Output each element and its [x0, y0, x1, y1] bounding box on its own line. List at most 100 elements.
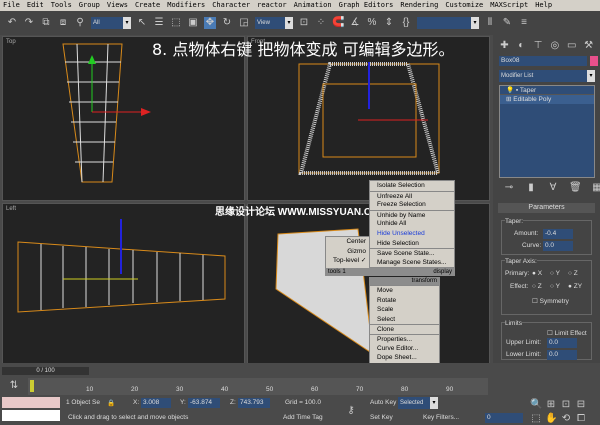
menu-tools[interactable]: Tools: [51, 0, 72, 11]
menu-help[interactable]: Help: [535, 0, 552, 11]
menu-item[interactable]: Manage Scene States...: [370, 258, 454, 268]
key-icon[interactable]: ⚷: [345, 405, 357, 417]
viewport-left[interactable]: Left: [2, 203, 245, 365]
remove-modifier-icon[interactable]: 🗑: [569, 182, 582, 194]
menu-item[interactable]: Isolate Selection: [370, 181, 454, 191]
menu-modifiers[interactable]: Modifiers: [167, 0, 205, 11]
mirror-icon[interactable]: ⫴: [484, 17, 496, 29]
menu-item[interactable]: Save Scene State...: [370, 248, 454, 258]
maximize-viewport-icon[interactable]: ⧠: [575, 413, 587, 425]
menu-file[interactable]: File: [3, 0, 20, 11]
primary-radio-x[interactable]: ● X: [532, 270, 542, 277]
link-icon[interactable]: ⧉: [40, 17, 52, 29]
menu-customize[interactable]: Customize: [445, 0, 483, 11]
percent-snap-icon[interactable]: %: [366, 17, 378, 29]
window-crossing-icon[interactable]: ▣: [187, 17, 199, 29]
auto-key-button[interactable]: Auto Key: [370, 399, 396, 406]
menu-graph-editors[interactable]: Graph Editors: [339, 0, 394, 11]
display-tab-icon[interactable]: ▭: [566, 40, 577, 52]
x-coord-input[interactable]: 3.008: [141, 398, 171, 408]
stack-item-taper[interactable]: 💡 ▪ Taper: [500, 86, 594, 95]
current-frame-input[interactable]: 0: [485, 413, 523, 423]
menu-group[interactable]: Group: [79, 0, 100, 11]
reference-coord-dropdown[interactable]: View: [255, 17, 293, 29]
menu-reactor[interactable]: reactor: [257, 0, 287, 11]
track-bar[interactable]: 10 20 30 40 50 60 70 80 90: [28, 378, 488, 395]
select-rotate-icon[interactable]: ↻: [221, 17, 233, 29]
add-time-tag-button[interactable]: Add Time Tag: [283, 414, 323, 421]
redo-icon[interactable]: ↷: [23, 17, 35, 29]
lock-icon[interactable]: 🔒: [107, 399, 115, 407]
symmetry-checkbox[interactable]: ☐ Symmetry: [532, 297, 569, 305]
select-scale-icon[interactable]: ◲: [238, 17, 250, 29]
selection-region-icon[interactable]: ⬚: [170, 17, 182, 29]
amount-spinner[interactable]: -0.4: [543, 229, 573, 239]
time-slider[interactable]: 0 / 100: [2, 367, 89, 375]
menu-item[interactable]: Unfreeze All: [370, 190, 454, 201]
limit-effect-checkbox[interactable]: ☐ Limit Effect: [547, 329, 587, 337]
pin-stack-icon[interactable]: ⊸: [503, 182, 515, 194]
orbit-icon[interactable]: ⟲: [560, 413, 572, 425]
layer-icon[interactable]: ≡: [518, 17, 530, 29]
menu-item[interactable]: Dope Sheet...: [370, 353, 439, 363]
maxscript-input[interactable]: [2, 410, 60, 421]
viewport-front[interactable]: Front: [247, 36, 490, 201]
motion-tab-icon[interactable]: ◎: [549, 40, 560, 52]
y-coord-input[interactable]: -63.874: [188, 398, 220, 408]
menu-item[interactable]: Clone: [370, 324, 439, 334]
menu-item[interactable]: Unhide All: [370, 219, 454, 229]
menu-item[interactable]: Center: [326, 237, 369, 247]
lower-limit-spinner[interactable]: 0.0: [547, 350, 577, 360]
hierarchy-tab-icon[interactable]: ⊤: [533, 40, 544, 52]
menu-item[interactable]: Gizmo: [326, 247, 369, 257]
stack-item-editable-poly[interactable]: ⊞ Editable Poly: [500, 95, 594, 104]
zoom-all-icon[interactable]: ⊞: [545, 399, 557, 411]
menu-item[interactable]: Rotate: [370, 296, 439, 306]
select-object-icon[interactable]: ↖: [136, 17, 148, 29]
z-coord-input[interactable]: 743.793: [238, 398, 270, 408]
menu-item[interactable]: Properties...: [370, 333, 439, 344]
pivot-center-icon[interactable]: ⊡: [298, 17, 310, 29]
effect-radio-y[interactable]: ○ Y: [550, 283, 560, 290]
parameters-rollout[interactable]: Parameters: [498, 203, 595, 213]
menu-maxscript[interactable]: MAXScript: [490, 0, 528, 11]
menu-animation[interactable]: Animation: [294, 0, 332, 11]
upper-limit-spinner[interactable]: 0.0: [547, 338, 577, 348]
snap-icon[interactable]: 🧲: [332, 17, 344, 29]
zoom-icon[interactable]: 🔍: [530, 399, 542, 411]
spinner-snap-icon[interactable]: ⇕: [383, 17, 395, 29]
effect-radio-z[interactable]: ○ Z: [532, 283, 542, 290]
key-filters-button[interactable]: Key Filters...: [423, 414, 459, 421]
modifier-list-dropdown[interactable]: Modifier List: [499, 70, 595, 82]
maxscript-listener[interactable]: [2, 397, 60, 408]
named-selection-dropdown[interactable]: [417, 17, 479, 29]
zoom-extents-all-icon[interactable]: ⊟: [575, 399, 587, 411]
select-by-name-icon[interactable]: ☰: [153, 17, 165, 29]
viewport-top[interactable]: Top: [2, 36, 245, 201]
set-key-button[interactable]: Set Key: [370, 414, 393, 421]
select-move-icon[interactable]: ✥: [204, 17, 216, 29]
menu-character[interactable]: Character: [212, 0, 250, 11]
bind-space-warp-icon[interactable]: ⚲: [74, 17, 86, 29]
unlink-icon[interactable]: ⧈: [57, 17, 69, 29]
primary-radio-y[interactable]: ○ Y: [550, 270, 560, 277]
utilities-tab-icon[interactable]: ⚒: [583, 40, 594, 52]
menu-edit[interactable]: Edit: [27, 0, 44, 11]
track-bar-toggle-icon[interactable]: ⇅: [8, 380, 20, 392]
effect-radio-zy[interactable]: ● ZY: [568, 283, 582, 290]
configure-sets-icon[interactable]: ▦: [591, 182, 600, 194]
menu-rendering[interactable]: Rendering: [400, 0, 438, 11]
menu-item[interactable]: Freeze Selection: [370, 200, 454, 210]
menu-views[interactable]: Views: [107, 0, 128, 11]
align-icon[interactable]: ✎: [501, 17, 513, 29]
manipulate-icon[interactable]: ⁘: [315, 17, 327, 29]
region-zoom-icon[interactable]: ⬚: [530, 413, 542, 425]
primary-radio-z[interactable]: ○ Z: [568, 270, 578, 277]
object-color-swatch[interactable]: [590, 56, 598, 66]
menu-item[interactable]: Curve Editor...: [370, 344, 439, 354]
undo-icon[interactable]: ↶: [6, 17, 18, 29]
modify-tab-icon[interactable]: ◐: [516, 40, 527, 52]
named-selection-icon[interactable]: {}: [400, 17, 412, 29]
time-slider-thumb[interactable]: [30, 380, 34, 392]
create-tab-icon[interactable]: ✚: [499, 40, 510, 52]
